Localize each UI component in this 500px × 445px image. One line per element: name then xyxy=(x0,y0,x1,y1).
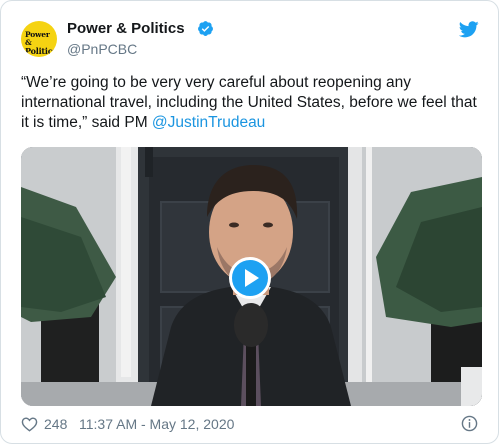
mention-link[interactable]: @JustinTrudeau xyxy=(152,114,265,131)
heart-icon[interactable] xyxy=(21,416,38,432)
handle[interactable]: @PnPCBC xyxy=(67,41,137,57)
avatar-logo-line2: Politics xyxy=(25,46,57,56)
display-name[interactable]: Power & Politics xyxy=(67,20,185,37)
tweet-card[interactable]: Power & Politics Power & Politics @PnPCB… xyxy=(0,0,499,444)
play-icon xyxy=(245,269,259,287)
like-count[interactable]: 248 xyxy=(44,416,67,432)
microphone xyxy=(234,303,268,347)
twitter-bird-icon[interactable] xyxy=(459,21,479,38)
verified-badge-icon xyxy=(198,21,213,36)
avatar-logo-line1: Power & xyxy=(25,30,50,47)
avatar[interactable]: Power & Politics xyxy=(21,21,57,57)
play-button[interactable] xyxy=(229,257,271,299)
avatar-logo: Power & Politics xyxy=(25,30,57,56)
timestamp[interactable]: 11:37 AM - May 12, 2020 xyxy=(79,416,234,432)
tweet-text: “We’re going to be very very careful abo… xyxy=(21,73,486,133)
info-icon[interactable] xyxy=(461,415,478,432)
